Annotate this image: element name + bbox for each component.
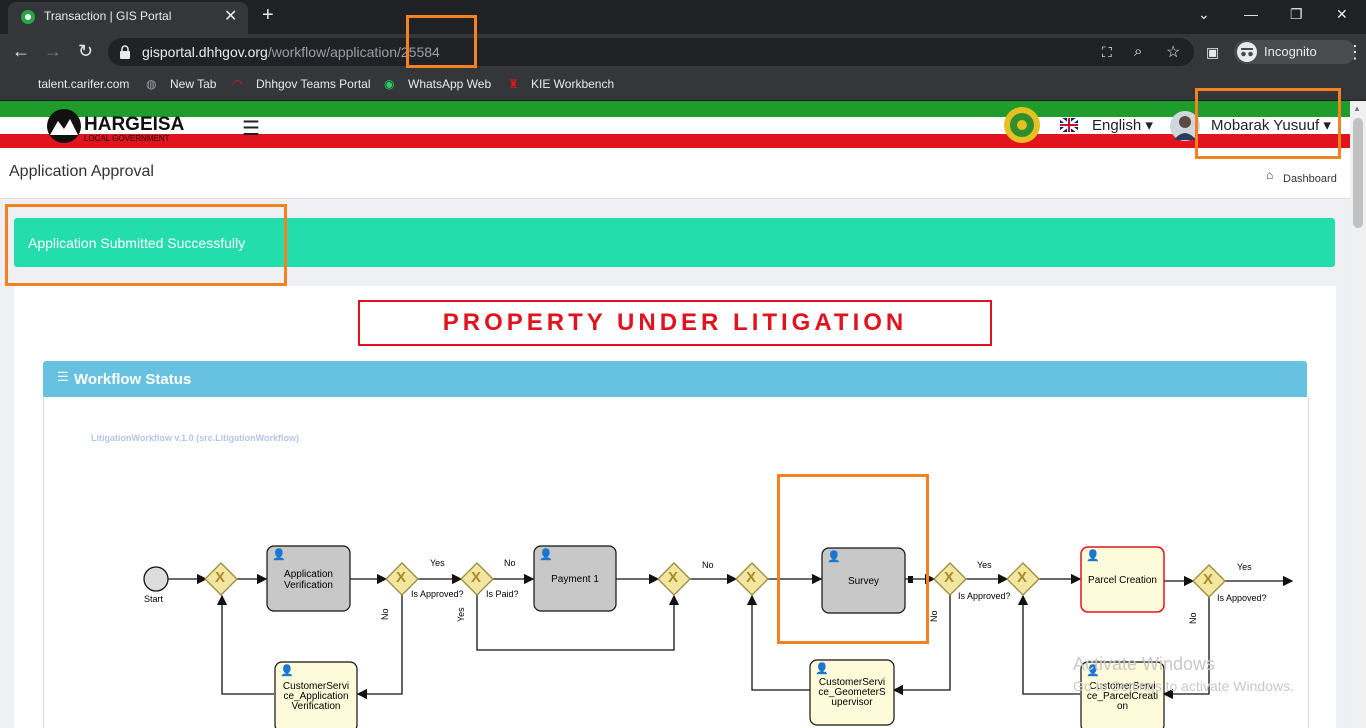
task-application-verification[interactable]: Application Verification xyxy=(272,569,345,591)
highlight-survey xyxy=(777,474,929,644)
start-label: Start xyxy=(144,594,164,604)
gateway-label: X xyxy=(944,569,955,586)
gateway-label: X xyxy=(215,569,226,586)
flow-label-yes: Yes xyxy=(456,607,466,622)
flow-label-is-appoved: Is Appoved? xyxy=(1217,593,1267,603)
flow-label-is-approved: Is Approved? xyxy=(411,589,464,599)
gateway-label: X xyxy=(1017,569,1028,586)
flow-label-is-approved: Is Approved? xyxy=(958,591,1011,601)
flow-label-yes: Yes xyxy=(430,558,445,568)
gateway-label: X xyxy=(1203,571,1214,588)
activate-windows-hint: Go to Settings to activate Windows. xyxy=(1073,678,1294,694)
start-event xyxy=(143,566,169,592)
flow-label-no: No xyxy=(702,560,714,570)
user-task-icon: 👤 xyxy=(815,663,829,675)
task-label-line: on xyxy=(1116,701,1129,712)
flow-arrow xyxy=(1017,594,1080,695)
user-task-icon: 👤 xyxy=(1086,550,1100,562)
flow-label-is-paid: Is Paid? xyxy=(486,589,519,599)
task-parcel-creation[interactable]: Parcel Creation xyxy=(1081,575,1164,586)
flow-label-yes: Yes xyxy=(977,560,992,570)
flow-label-no: No xyxy=(929,610,939,622)
flow-label-no: No xyxy=(1188,612,1198,624)
highlight-alert xyxy=(5,204,287,286)
user-task-icon: 👤 xyxy=(280,665,294,677)
task-cs-application-verification[interactable]: CustomerServi ce_Application Verificatio… xyxy=(275,682,357,712)
highlight-url-id xyxy=(406,15,477,68)
task-payment[interactable]: Payment 1 xyxy=(534,574,616,585)
highlight-user xyxy=(1195,88,1341,159)
gateway-label: X xyxy=(668,569,679,586)
gateway-label: X xyxy=(396,569,407,586)
gateway-label: X xyxy=(471,569,482,586)
gateway-label: X xyxy=(746,569,757,586)
task-cs-geometer-supervisor[interactable]: CustomerServi ce_GeometerS upervisor xyxy=(810,678,894,708)
task-label-line: Verification xyxy=(291,701,341,712)
workflow-diagram xyxy=(143,545,1294,728)
scroll-up-icon[interactable]: ▲ xyxy=(1353,104,1361,113)
activate-windows-title: Activate Windows xyxy=(1073,654,1216,674)
flow-label-yes: Yes xyxy=(1237,562,1252,572)
flow-label-no: No xyxy=(380,608,390,620)
task-label-line: upervisor xyxy=(831,697,873,708)
gateways xyxy=(204,562,1226,598)
user-task-icon: 👤 xyxy=(539,549,553,561)
flow-arrow xyxy=(216,594,274,695)
user-task-icon: 👤 xyxy=(272,549,286,561)
scrollbar-thumb[interactable] xyxy=(1353,118,1363,228)
flow-label-no: No xyxy=(504,558,516,568)
